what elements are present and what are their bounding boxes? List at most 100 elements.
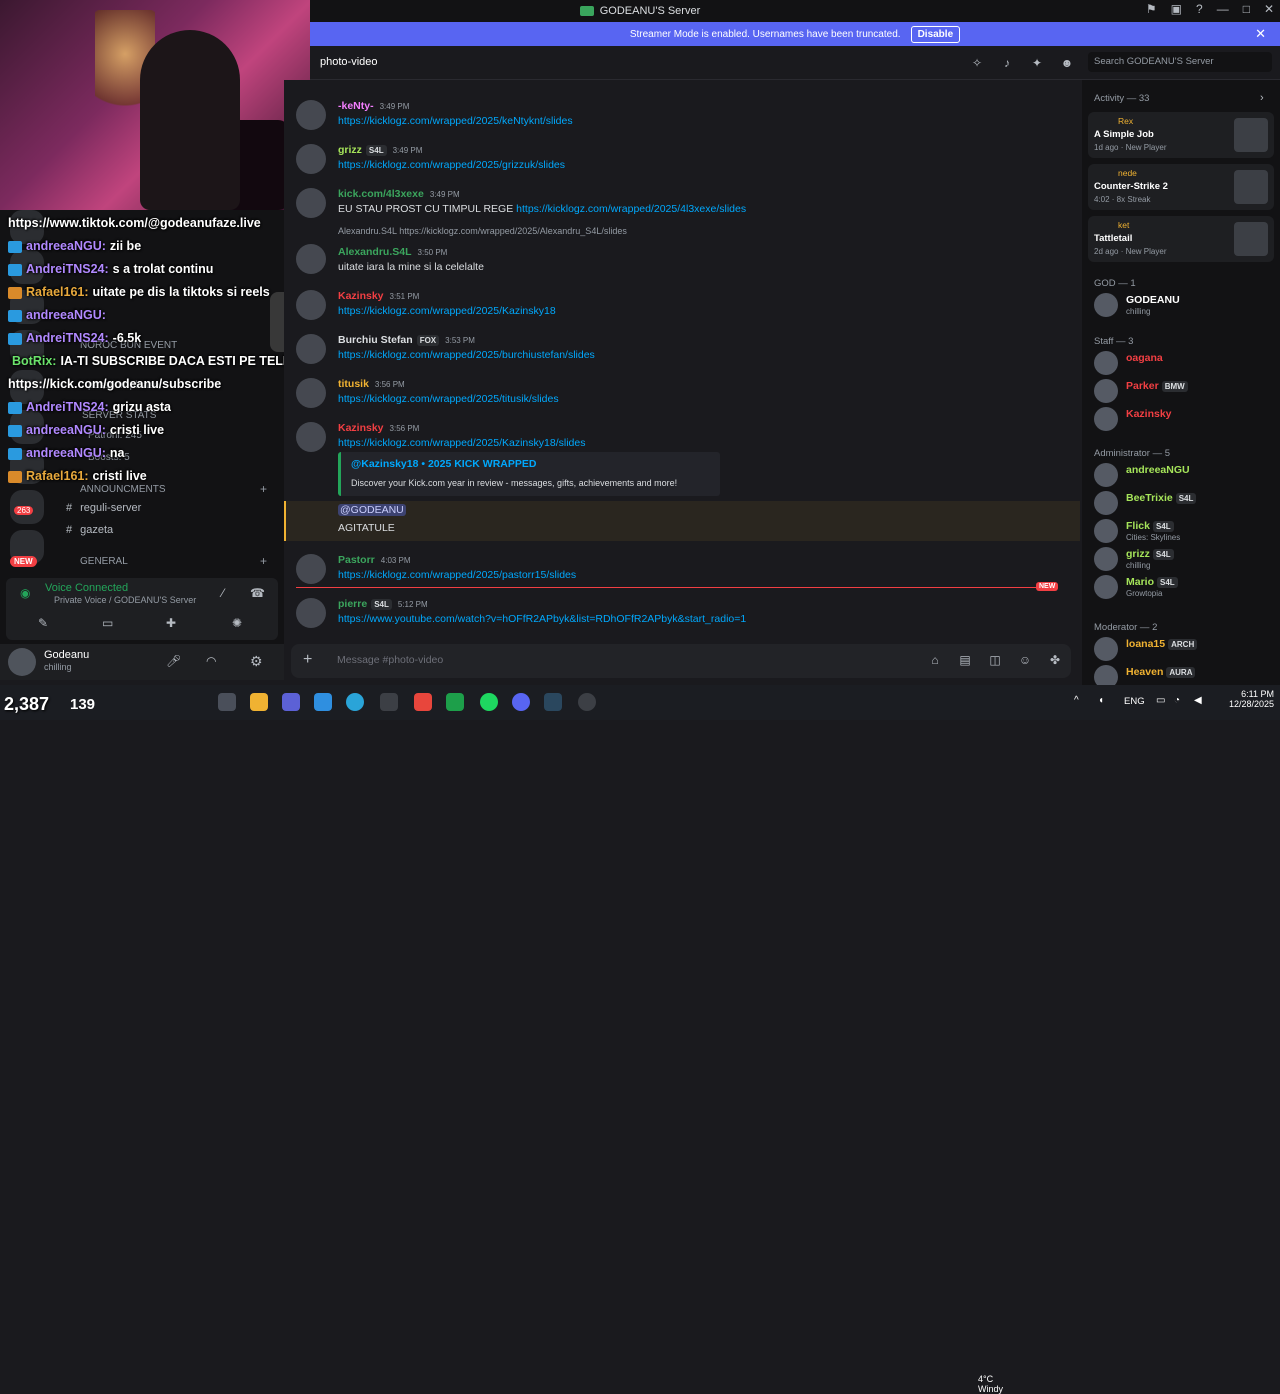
- store-icon[interactable]: [314, 693, 332, 711]
- help-icon[interactable]: ?: [1196, 2, 1203, 16]
- language-indicator[interactable]: ENG: [1124, 696, 1145, 707]
- disable-streamer-mode-button[interactable]: Disable: [910, 25, 961, 43]
- edge-icon[interactable]: [346, 693, 364, 711]
- message-avatar[interactable]: [296, 334, 326, 364]
- wifi-icon[interactable]: ◔: [1174, 695, 1180, 706]
- message-avatar[interactable]: [296, 290, 326, 320]
- member-row[interactable]: grizz S4L chilling: [1092, 546, 1272, 572]
- threads-header-icon[interactable]: ✧: [970, 56, 984, 70]
- screen-share-icon[interactable]: ▭: [102, 616, 113, 630]
- apps-icon[interactable]: ✤: [1047, 653, 1063, 669]
- message-link[interactable]: https://kicklogz.com/wrapped/2025/grizzu…: [338, 159, 565, 171]
- message-author[interactable]: Alexandru.S4L: [338, 246, 412, 258]
- voice-connected-status[interactable]: Voice Connected: [45, 582, 128, 594]
- inbox-icon[interactable]: ▣: [1171, 2, 1182, 16]
- mic-tray-icon[interactable]: ◖: [1098, 695, 1104, 706]
- pinned-messages-icon[interactable]: ✦: [1030, 56, 1044, 70]
- microphone-icon[interactable]: 🎤︎: [166, 654, 181, 668]
- gif-icon[interactable]: ▤: [957, 653, 973, 669]
- user-mention[interactable]: @GODEANU: [338, 504, 406, 516]
- message-link[interactable]: https://kicklogz.com/wrapped/2025/Kazins…: [338, 305, 556, 317]
- activity-card[interactable]: ket Tattletail 2d ago · New Player: [1088, 216, 1274, 262]
- message-author[interactable]: Burchiu Stefan: [338, 334, 413, 346]
- app-red-icon[interactable]: [414, 693, 432, 711]
- user-avatar[interactable]: [8, 648, 36, 676]
- member-row[interactable]: Flick S4L Cities: Skylines: [1092, 518, 1272, 544]
- notification-bell-icon[interactable]: ♪: [1000, 56, 1014, 70]
- channel-reguli-server[interactable]: # reguli-server: [66, 502, 141, 514]
- message-link[interactable]: https://kicklogz.com/wrapped/2025/keNtyk…: [338, 115, 573, 127]
- message-avatar[interactable]: [296, 554, 326, 584]
- close-window-button[interactable]: ✕: [1264, 2, 1274, 16]
- chevron-up-icon[interactable]: ^: [1074, 695, 1079, 706]
- search-input[interactable]: Search GODEANU'S Server: [1088, 52, 1272, 72]
- headphones-icon[interactable]: ◠: [206, 654, 216, 668]
- weather-widget[interactable]: 4°C Windy: [978, 1374, 1003, 1394]
- message-link[interactable]: https://kicklogz.com/wrapped/2025/titusi…: [338, 393, 559, 405]
- gift-icon[interactable]: ⌂: [927, 653, 943, 669]
- sticker-icon[interactable]: ◫: [987, 653, 1003, 669]
- message-link[interactable]: https://kicklogz.com/wrapped/2025/pastor…: [338, 569, 576, 581]
- message-author[interactable]: -keNty-: [338, 100, 374, 112]
- member-row[interactable]: loana15 ARCH: [1092, 636, 1272, 662]
- member-row[interactable]: oagana: [1092, 350, 1272, 376]
- activity-header[interactable]: Activity — 33: [1094, 93, 1149, 104]
- maximize-button[interactable]: □: [1243, 2, 1250, 16]
- member-row[interactable]: Mario S4L Growtopia: [1092, 574, 1272, 600]
- volume-icon[interactable]: ◀: [1194, 695, 1202, 706]
- system-clock[interactable]: 6:11 PM 12/28/2025: [1218, 689, 1274, 709]
- message-author[interactable]: Pastorr: [338, 554, 375, 566]
- member-row[interactable]: GODEANU chilling: [1092, 292, 1272, 318]
- app-icon[interactable]: [380, 693, 398, 711]
- activities-icon[interactable]: ✚: [166, 616, 176, 630]
- message-link[interactable]: https://kicklogz.com/wrapped/2025/burchi…: [338, 349, 595, 361]
- spotify-icon[interactable]: [480, 693, 498, 711]
- emoji-icon[interactable]: ☺: [1017, 653, 1033, 669]
- member-row[interactable]: BeeTrixie S4L: [1092, 490, 1272, 516]
- message-avatar[interactable]: [296, 378, 326, 408]
- member-row[interactable]: andreeaNGU: [1092, 462, 1272, 488]
- message-link[interactable]: https://kicklogz.com/wrapped/2025/4l3xex…: [516, 203, 746, 215]
- message-composer[interactable]: + Message #photo-video ⌂ ▤ ◫ ☺ ✤: [291, 644, 1071, 678]
- channel-gazeta[interactable]: # gazeta: [66, 524, 113, 536]
- camera-off-icon[interactable]: ✎: [38, 616, 48, 630]
- member-row[interactable]: Kazinsky: [1092, 406, 1272, 432]
- excel-icon[interactable]: [446, 693, 464, 711]
- chevron-right-icon[interactable]: ›: [1260, 92, 1264, 104]
- obs-icon[interactable]: [578, 693, 596, 711]
- close-banner-icon[interactable]: ✕: [1255, 26, 1266, 42]
- message-author[interactable]: grizz: [338, 144, 362, 156]
- activity-card[interactable]: Rex A Simple Job 1d ago · New Player: [1088, 112, 1274, 158]
- display-icon[interactable]: ▭: [1156, 695, 1165, 706]
- attach-plus-icon[interactable]: +: [303, 651, 312, 669]
- category-general[interactable]: GENERAL: [80, 556, 128, 567]
- file-explorer-icon[interactable]: [250, 693, 268, 711]
- soundboard-icon[interactable]: ✺: [232, 616, 242, 630]
- member-row[interactable]: Parker BMW: [1092, 378, 1272, 404]
- steam-icon[interactable]: [544, 693, 562, 711]
- disconnect-icon[interactable]: ☎: [250, 586, 265, 600]
- message-avatar[interactable]: [296, 598, 326, 628]
- link-embed[interactable]: @Kazinsky18 • 2025 KICK WRAPPED Discover …: [338, 452, 720, 496]
- username[interactable]: Godeanu: [44, 649, 89, 661]
- message-author[interactable]: kick.com/4l3xexe: [338, 188, 424, 200]
- threads-icon[interactable]: ⚑: [1146, 2, 1157, 16]
- reply-reference[interactable]: Alexandru.S4L https://kicklogz.com/wrapp…: [338, 226, 627, 236]
- message-input[interactable]: Message #photo-video: [337, 654, 443, 666]
- member-list-icon[interactable]: ☻: [1060, 56, 1074, 70]
- embed-title[interactable]: @Kazinsky18 • 2025 KICK WRAPPED: [351, 458, 536, 470]
- discord-icon[interactable]: [512, 693, 530, 711]
- message-link[interactable]: https://www.youtube.com/watch?v=hOFfR2AP…: [338, 613, 746, 625]
- message-author[interactable]: pierre: [338, 598, 367, 610]
- message-avatar[interactable]: [296, 188, 326, 218]
- message-avatar[interactable]: [296, 100, 326, 130]
- message-author[interactable]: titusik: [338, 378, 369, 390]
- message-author[interactable]: Kazinsky: [338, 290, 384, 302]
- settings-gear-icon[interactable]: ⚙: [250, 653, 263, 670]
- task-view-icon[interactable]: [218, 693, 236, 711]
- message-avatar[interactable]: [296, 422, 326, 452]
- message-avatar[interactable]: [296, 244, 326, 274]
- minimize-button[interactable]: —: [1217, 2, 1229, 16]
- teams-icon[interactable]: [282, 693, 300, 711]
- message-author[interactable]: Kazinsky: [338, 422, 384, 434]
